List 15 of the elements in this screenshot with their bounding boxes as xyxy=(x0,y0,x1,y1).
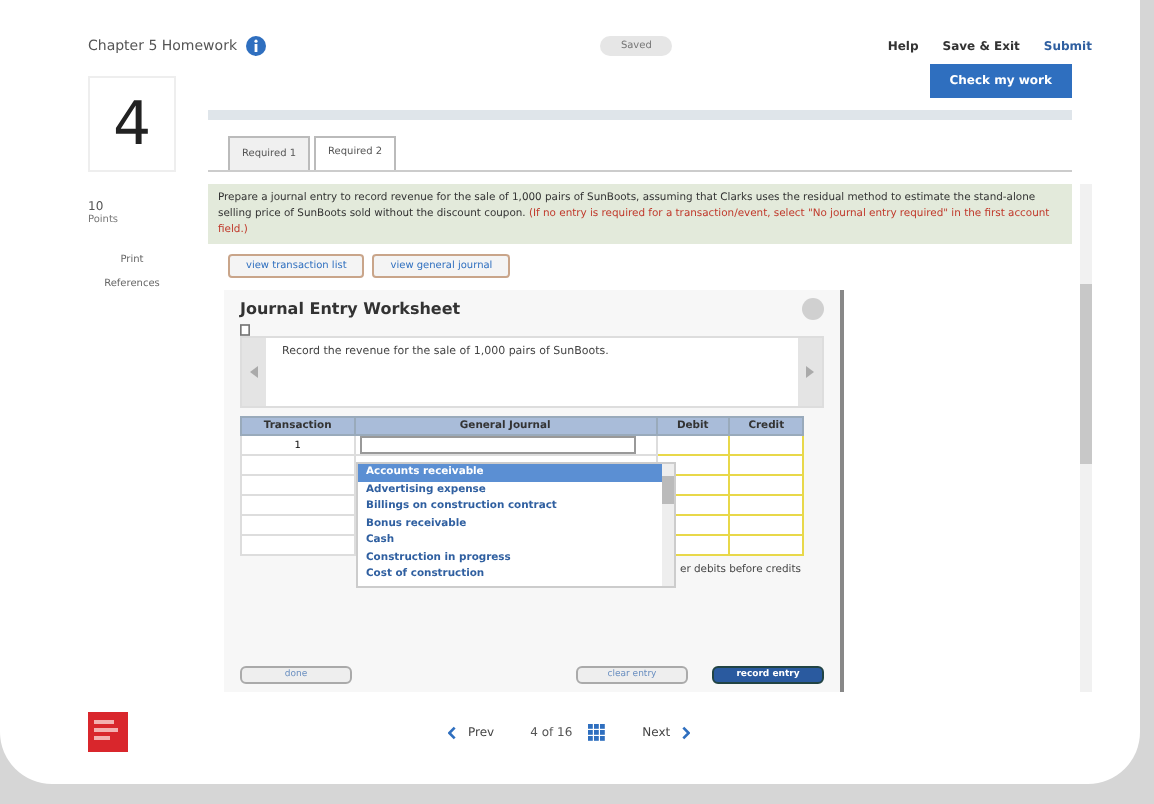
question-number: 4 xyxy=(88,76,176,172)
previous-button[interactable] xyxy=(242,338,266,406)
scroll-bar[interactable] xyxy=(1080,184,1092,692)
next-button[interactable] xyxy=(798,338,822,406)
triangle-right-icon xyxy=(806,366,814,378)
grid-icon[interactable] xyxy=(588,723,607,741)
scroll-bar[interactable] xyxy=(662,464,674,586)
worksheet-title: Journal Entry Worksheet xyxy=(240,300,461,318)
info-icon[interactable] xyxy=(245,36,266,56)
account-field[interactable] xyxy=(359,436,636,454)
close-icon[interactable] xyxy=(802,298,824,320)
chevron-left-icon xyxy=(448,725,456,739)
chevron-right-icon xyxy=(682,725,691,739)
publisher-logo xyxy=(88,712,128,752)
triangle-left-icon xyxy=(250,366,258,378)
